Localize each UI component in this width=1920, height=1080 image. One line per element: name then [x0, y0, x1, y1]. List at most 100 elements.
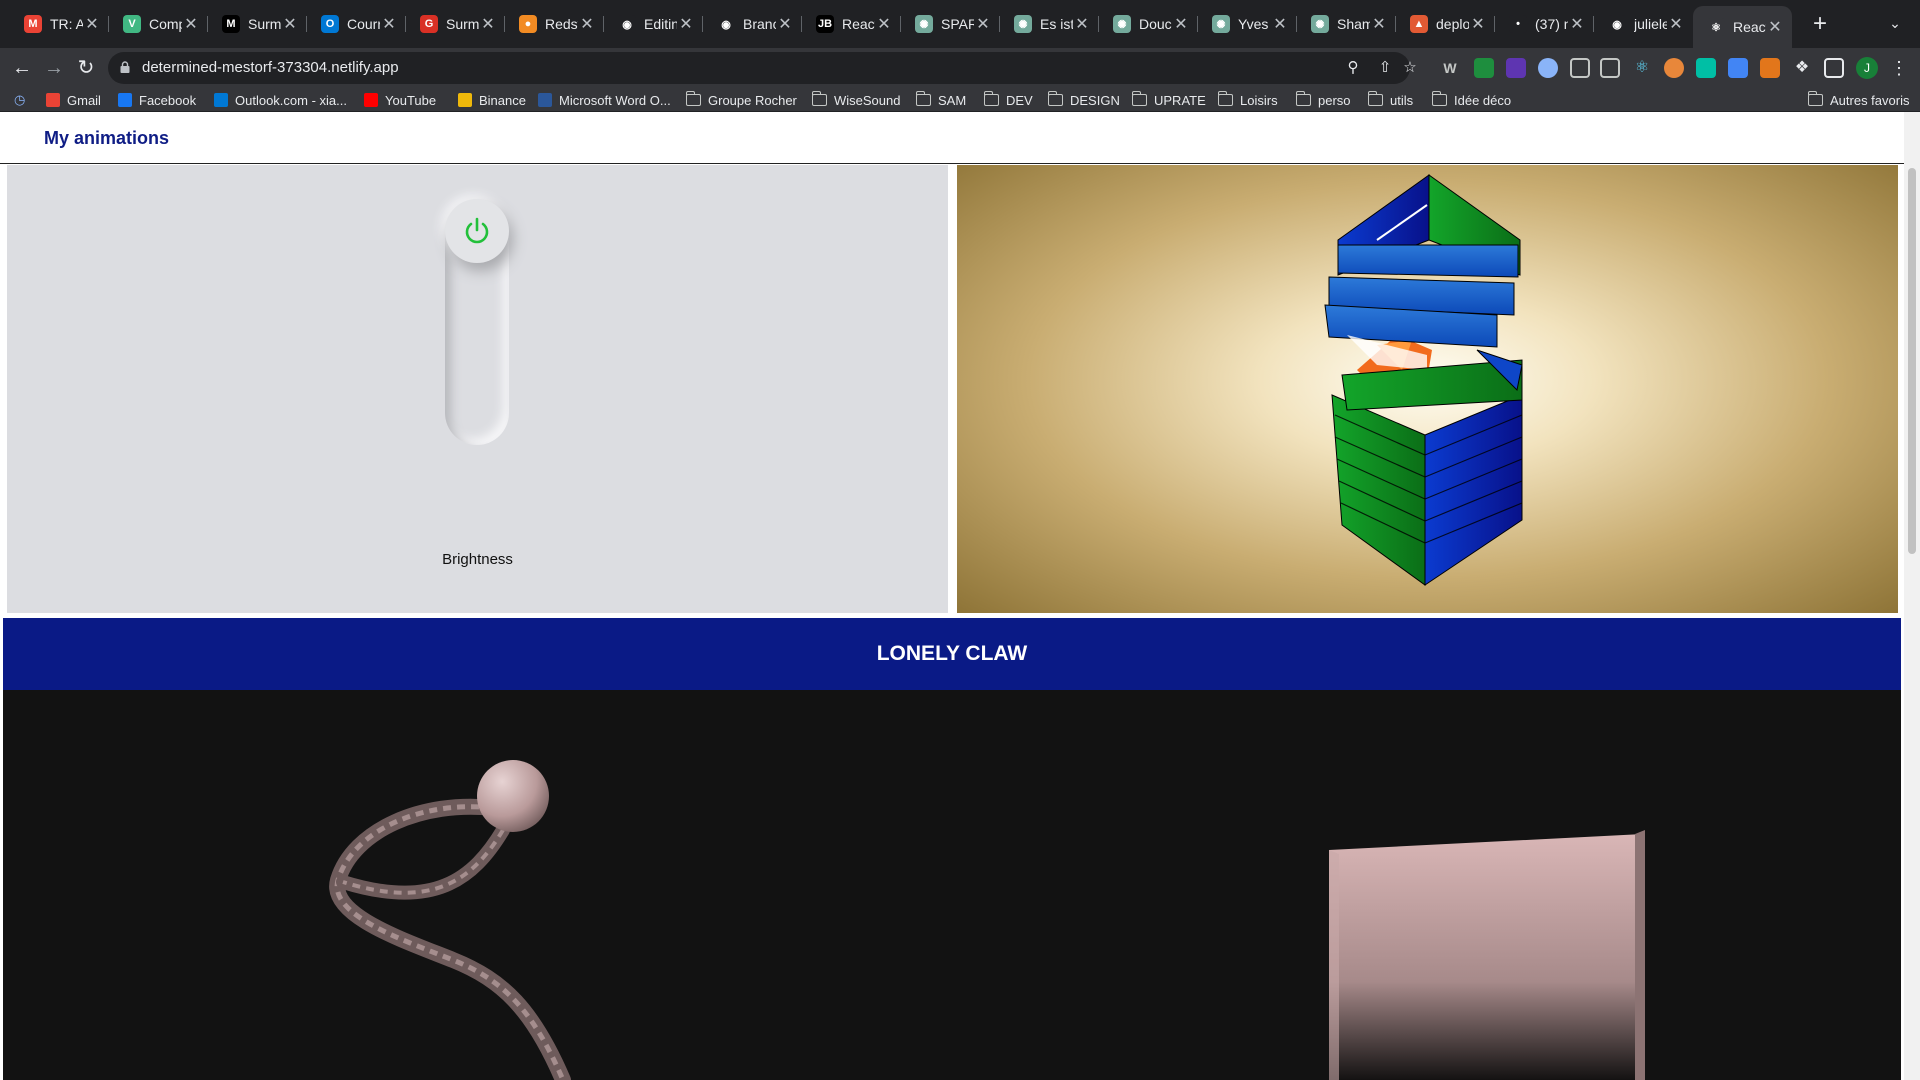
bookmark-11[interactable]: UPRATE — [1131, 91, 1206, 109]
lonely-claw-scene — [3, 690, 1901, 1080]
netlify-icon: ▲ — [1410, 15, 1428, 33]
tab-label: Douch — [1139, 16, 1172, 32]
react-icon: ⚛ — [1707, 18, 1725, 36]
extension-purple-icon[interactable] — [1506, 58, 1526, 78]
extension-pen-icon[interactable] — [1570, 58, 1590, 78]
switch-knob[interactable] — [445, 199, 509, 263]
tab-5[interactable]: ● Redsy✕ — [505, 8, 604, 40]
bookmark-14[interactable]: utils — [1367, 91, 1413, 109]
kebab-menu-icon[interactable]: ⋮ — [1890, 56, 1908, 80]
tab-2[interactable]: M Surma✕ — [208, 8, 307, 40]
tab-4[interactable]: G Surma✕ — [406, 8, 505, 40]
folder-icon — [915, 91, 931, 106]
tab-10[interactable]: ✺ Es ist ✕ — [1000, 8, 1099, 40]
folder-icon — [1047, 91, 1063, 106]
close-icon[interactable]: ✕ — [479, 14, 497, 34]
zoom-icon[interactable]: ⚲ — [1344, 59, 1362, 77]
tab-label: juliele — [1634, 16, 1667, 32]
tab-13[interactable]: ✺ Sham ✕ — [1297, 8, 1396, 40]
close-icon[interactable]: ✕ — [1469, 14, 1487, 34]
tab-15[interactable]: • (37) n ✕ — [1495, 8, 1594, 40]
bookmark-10[interactable]: DESIGN — [1047, 91, 1120, 109]
tab-6[interactable]: ◉ Editing✕ — [604, 8, 703, 40]
bookmark-label: SAM — [938, 92, 967, 108]
bookmark-15[interactable]: Idée déco — [1431, 91, 1511, 109]
extension-image-icon[interactable] — [1600, 58, 1620, 78]
bookmark-0[interactable]: Gmail — [46, 91, 101, 109]
scrollbar-thumb[interactable] — [1908, 168, 1916, 554]
bookmark-2[interactable]: Outlook.com - xia... — [214, 91, 347, 109]
page-title[interactable]: My animations — [44, 128, 169, 149]
close-icon[interactable]: ✕ — [1667, 14, 1685, 34]
bookmark-12[interactable]: Loisirs — [1217, 91, 1278, 109]
close-icon[interactable]: ✕ — [1271, 14, 1289, 34]
url-text[interactable]: determined-mestorf-373304.netlify.app — [142, 59, 399, 76]
lonely-claw-graphic — [329, 760, 1645, 1080]
tab-0[interactable]: M TR: Au✕ — [10, 8, 109, 40]
close-icon[interactable]: ✕ — [182, 14, 200, 34]
side-panel-icon[interactable] — [1824, 58, 1844, 78]
brightness-switch-panel: Brightness — [7, 165, 948, 613]
close-icon[interactable]: ✕ — [1370, 14, 1388, 34]
tab-11[interactable]: ✺ Douch✕ — [1099, 8, 1198, 40]
tab-14[interactable]: ▲ deplo ✕ — [1396, 8, 1495, 40]
extension-blue-icon[interactable] — [1728, 58, 1748, 78]
other-bookmarks[interactable]: Autres favoris — [1807, 91, 1909, 109]
bookmark-3[interactable]: YouTube — [364, 91, 436, 109]
extension-teal-icon[interactable] — [1696, 58, 1716, 78]
bookmark-7[interactable]: WiseSound — [811, 91, 900, 109]
react-devtools-icon[interactable]: ⚛ — [1632, 58, 1652, 78]
close-icon[interactable]: ✕ — [1172, 14, 1190, 34]
tab-8[interactable]: JB React ✕ — [802, 8, 901, 40]
tab-16[interactable]: ◉ juliele ✕ — [1594, 8, 1693, 40]
tab-label: TR: Au — [50, 16, 83, 32]
new-tab-button[interactable]: + — [1806, 10, 1834, 38]
bookmark-5[interactable]: Microsoft Word O... — [538, 91, 671, 109]
chatgpt-icon: ✺ — [915, 15, 933, 33]
tab-1[interactable]: V Comp✕ — [109, 8, 208, 40]
close-icon[interactable]: ✕ — [83, 14, 101, 34]
tab-9[interactable]: ✺ SPARI✕ — [901, 8, 1000, 40]
bookmark-6[interactable]: Groupe Rocher — [685, 91, 797, 109]
extension-cookie-icon[interactable] — [1664, 58, 1684, 78]
close-icon[interactable]: ✕ — [1073, 14, 1091, 34]
tab-17[interactable]: ⚛ React ✕ — [1693, 6, 1792, 48]
bookmark-1[interactable]: Facebook — [118, 91, 196, 109]
close-icon[interactable]: ✕ — [875, 14, 893, 34]
extensions-puzzle-icon[interactable]: ❖ — [1792, 58, 1812, 78]
bookmark-13[interactable]: perso — [1295, 91, 1351, 109]
close-icon[interactable]: ✕ — [1568, 14, 1586, 34]
tab-label: React — [1733, 19, 1766, 35]
back-button[interactable]: ← — [8, 54, 36, 82]
page-scrollbar[interactable] — [1904, 112, 1920, 1080]
dot-icon: • — [1509, 15, 1527, 33]
close-icon[interactable]: ✕ — [974, 14, 992, 34]
close-icon[interactable]: ✕ — [281, 14, 299, 34]
forward-button[interactable]: → — [40, 54, 68, 82]
close-icon[interactable]: ✕ — [1766, 17, 1784, 37]
wikipedia-extension-icon[interactable]: W — [1440, 58, 1460, 78]
profile-avatar[interactable]: J — [1856, 57, 1878, 79]
bookmark-star-icon[interactable]: ☆ — [1401, 59, 1419, 77]
grammarly-icon: G — [420, 15, 438, 33]
tab-label: React — [842, 16, 875, 32]
reload-button[interactable]: ↻ — [72, 54, 100, 82]
tab-search-icon[interactable]: ⌄ — [1884, 12, 1906, 34]
bookmark-4[interactable]: Binance — [458, 91, 526, 109]
history-icon[interactable]: ◷ — [14, 91, 25, 109]
tab-label: Es ist — [1040, 16, 1073, 32]
close-icon[interactable]: ✕ — [677, 14, 695, 34]
metamask-icon[interactable] — [1760, 58, 1780, 78]
tab-3[interactable]: O Courri✕ — [307, 8, 406, 40]
bookmark-8[interactable]: SAM — [915, 91, 967, 109]
tab-7[interactable]: ◉ Branc ✕ — [703, 8, 802, 40]
extension-circle-icon[interactable] — [1538, 58, 1558, 78]
tab-12[interactable]: ✺ Yves F✕ — [1198, 8, 1297, 40]
extension-green-icon[interactable] — [1474, 58, 1494, 78]
close-icon[interactable]: ✕ — [380, 14, 398, 34]
close-icon[interactable]: ✕ — [578, 14, 596, 34]
address-bar[interactable]: determined-mestorf-373304.netlify.app ⚲ … — [108, 52, 1410, 84]
close-icon[interactable]: ✕ — [776, 14, 794, 34]
bookmark-9[interactable]: DEV — [983, 91, 1033, 109]
tab-label: Redsy — [545, 16, 578, 32]
